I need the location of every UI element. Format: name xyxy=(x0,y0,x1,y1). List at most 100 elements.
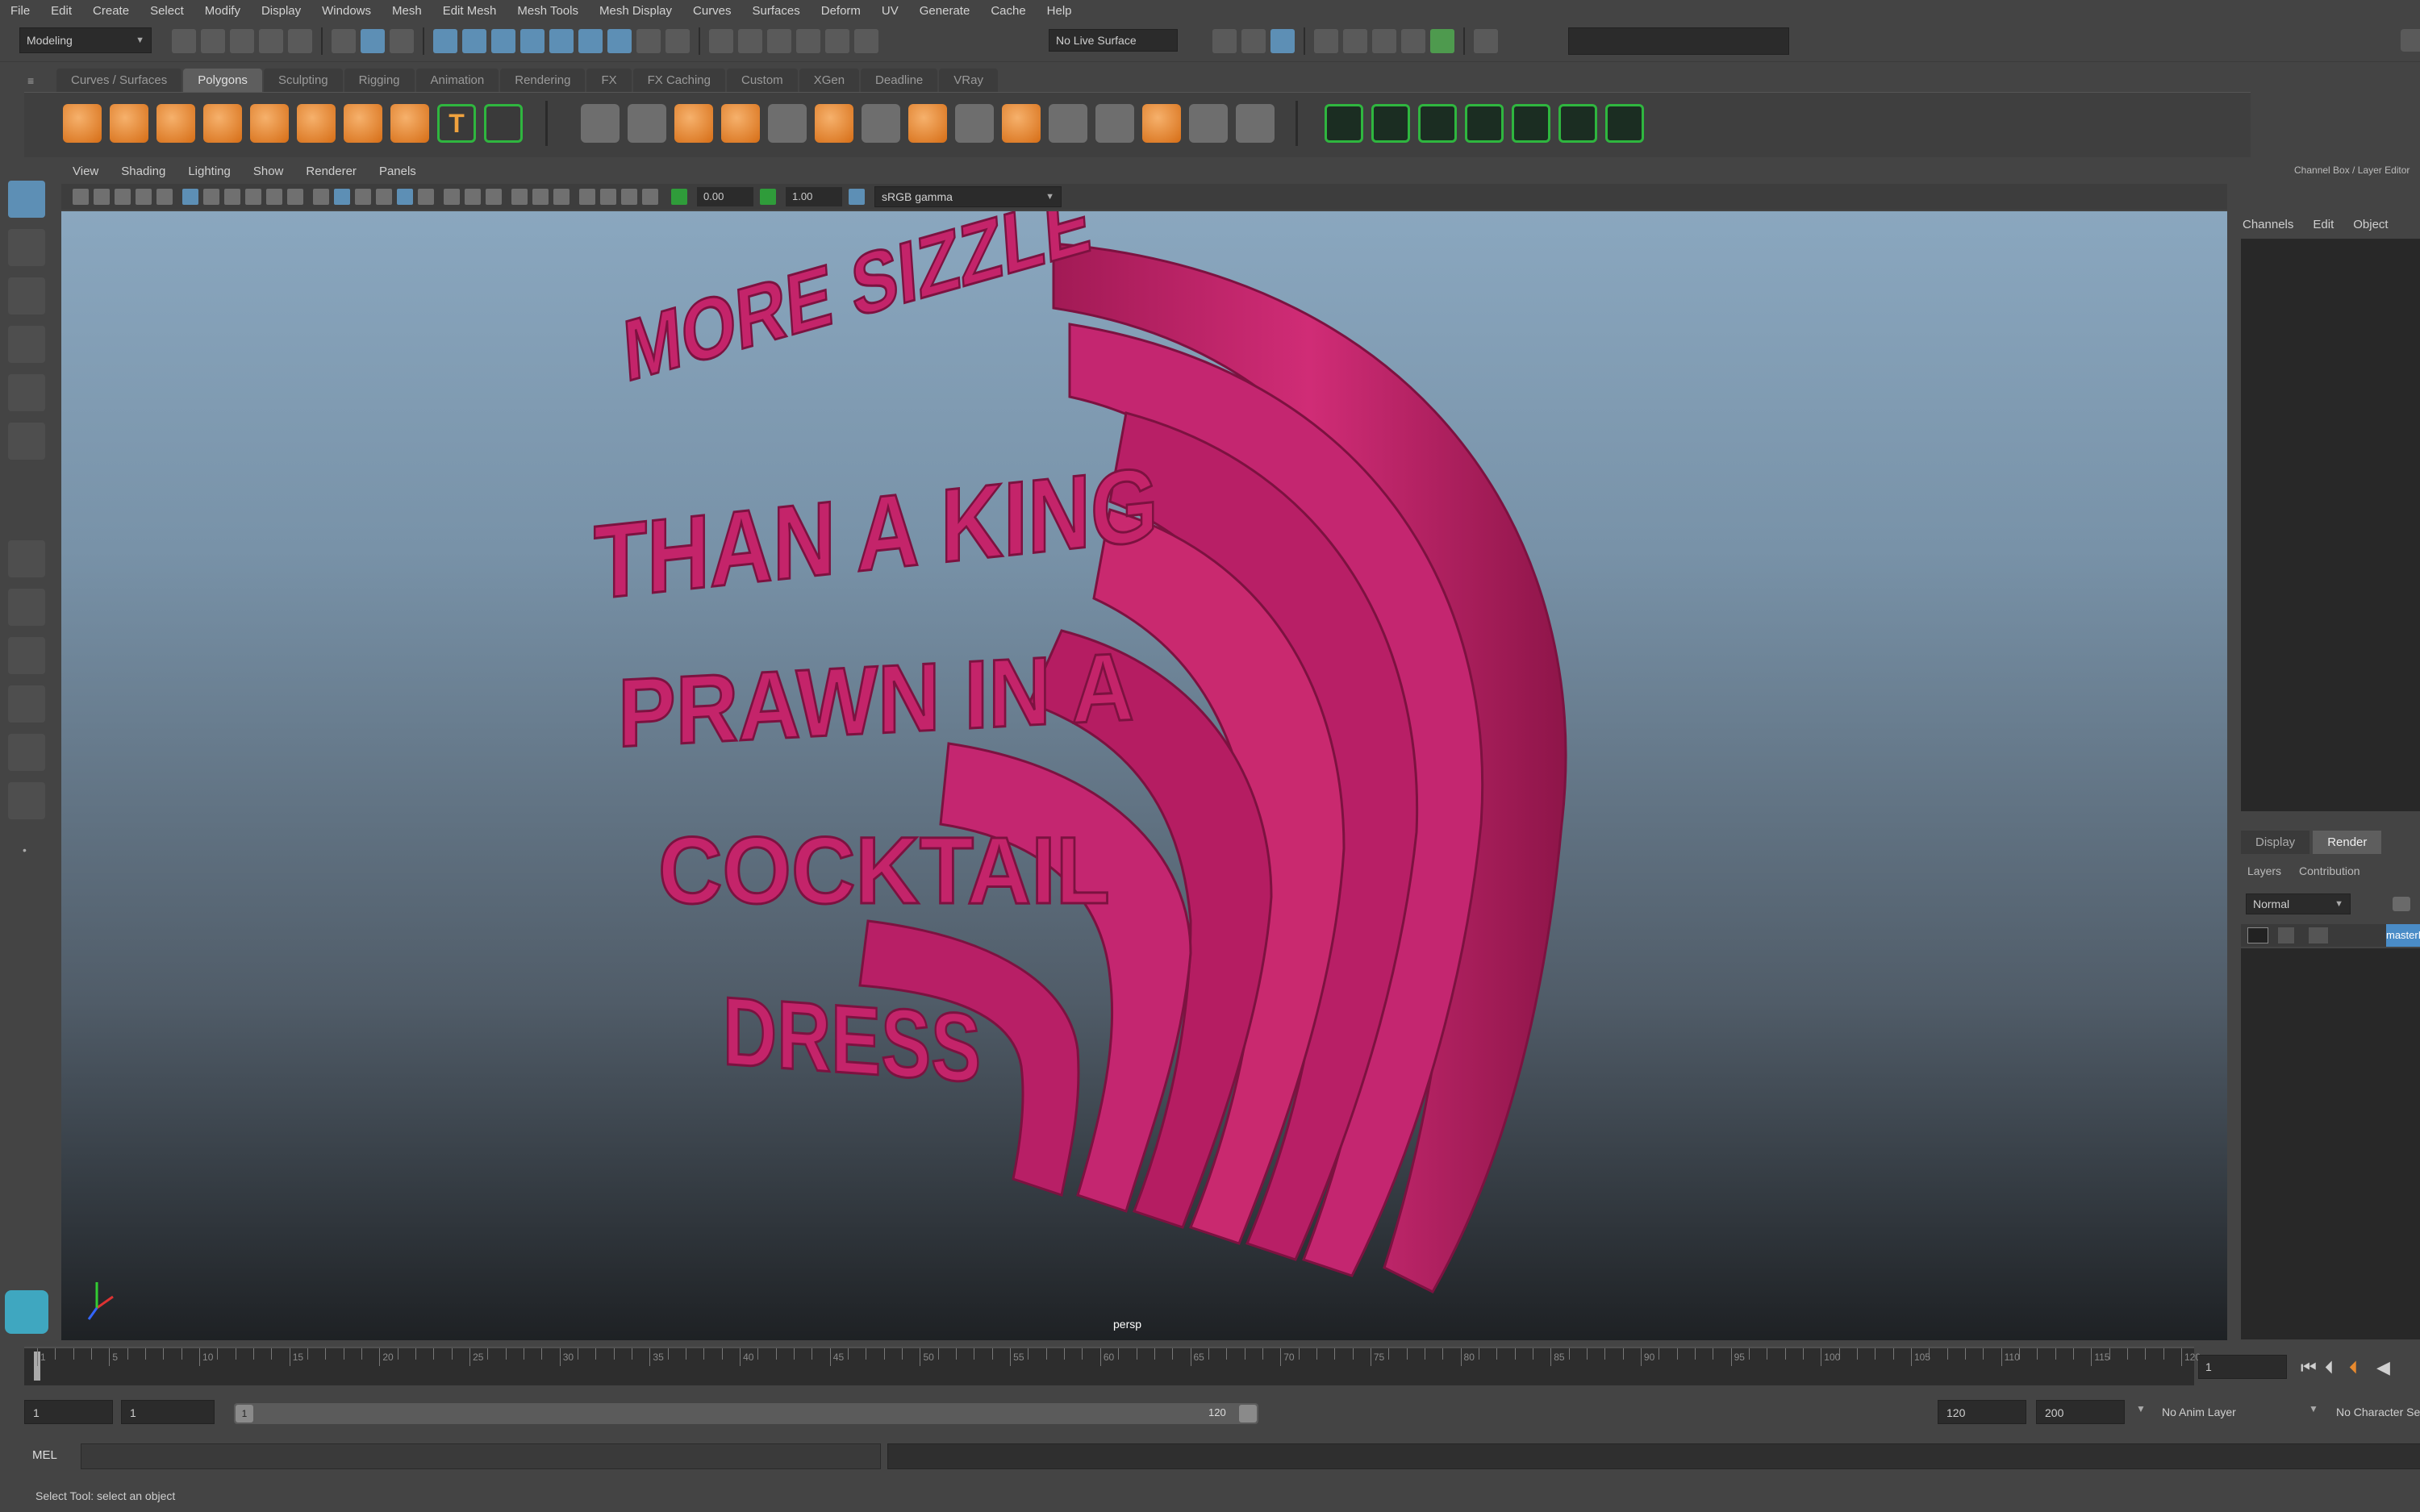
flat-shade-icon[interactable] xyxy=(376,189,392,205)
highlight-icon[interactable] xyxy=(666,29,690,53)
pick-mask-icon[interactable] xyxy=(578,29,603,53)
gamma-icon[interactable] xyxy=(760,189,776,205)
range-end-handle[interactable] xyxy=(1239,1405,1257,1422)
pick-mask-icon[interactable] xyxy=(549,29,574,53)
menu-help[interactable]: Help xyxy=(1037,4,1083,18)
menu-create[interactable]: Create xyxy=(82,4,140,18)
ipr-render-icon[interactable] xyxy=(1372,29,1396,53)
depth-of-field-icon[interactable] xyxy=(553,189,570,205)
bounding-box-icon[interactable] xyxy=(355,189,371,205)
select-object-icon[interactable] xyxy=(361,29,385,53)
channels-menu[interactable]: Channels xyxy=(2243,218,2293,231)
shelf-tab-vray[interactable]: VRay xyxy=(939,69,998,92)
target-weld-icon[interactable] xyxy=(1002,104,1041,143)
pick-mask-icon[interactable] xyxy=(491,29,515,53)
tab-display-layers[interactable]: Display xyxy=(2241,831,2310,854)
hypershade-layout-icon[interactable] xyxy=(8,734,45,771)
menu-curves[interactable]: Curves xyxy=(682,4,742,18)
menu-select[interactable]: Select xyxy=(140,4,194,18)
anim-layer-chevron-icon[interactable]: ▼ xyxy=(2136,1403,2146,1414)
bridge-icon[interactable] xyxy=(862,104,900,143)
poly-pyramid-icon[interactable] xyxy=(344,104,382,143)
rotate-tool-icon[interactable] xyxy=(8,374,45,411)
tab-render-layers[interactable]: Render xyxy=(2313,831,2382,854)
automatic-uv-icon[interactable] xyxy=(1465,104,1504,143)
resolution-gate-icon[interactable] xyxy=(203,189,219,205)
poly-cone-icon[interactable] xyxy=(203,104,242,143)
menu-deform[interactable]: Deform xyxy=(811,4,871,18)
extract-icon[interactable] xyxy=(674,104,713,143)
view-transform-dropdown[interactable]: sRGB gamma ▼ xyxy=(874,186,1062,207)
layers-menu[interactable]: Layers xyxy=(2247,864,2281,877)
go-to-start-icon[interactable]: ⏮ xyxy=(2301,1357,2317,1378)
snap-point-icon[interactable] xyxy=(767,29,791,53)
new-scene-icon[interactable] xyxy=(172,29,196,53)
hypershade-icon[interactable] xyxy=(1430,29,1454,53)
anim-layer-dropdown[interactable]: No Anim Layer xyxy=(2154,1400,2297,1424)
shelf-menu-icon[interactable]: ≡ xyxy=(27,74,40,87)
menu-modify[interactable]: Modify xyxy=(194,4,251,18)
menu-windows[interactable]: Windows xyxy=(311,4,382,18)
menu-generate[interactable]: Generate xyxy=(909,4,981,18)
object-menu[interactable]: Object xyxy=(2353,218,2388,231)
redo-icon[interactable] xyxy=(288,29,312,53)
fill-hole-icon[interactable] xyxy=(1142,104,1181,143)
snap-projected-icon[interactable] xyxy=(796,29,820,53)
screen-space-ao-icon[interactable] xyxy=(486,189,502,205)
anti-alias-icon[interactable] xyxy=(532,189,549,205)
gear-icon[interactable] xyxy=(2401,29,2420,52)
select-camera-icon[interactable] xyxy=(73,189,89,205)
contribution-menu[interactable]: Contribution xyxy=(2299,864,2360,877)
menu-edit-mesh[interactable]: Edit Mesh xyxy=(432,4,507,18)
command-input[interactable] xyxy=(81,1443,881,1469)
wireframe-icon[interactable] xyxy=(313,189,329,205)
layer-options-icon[interactable] xyxy=(2393,897,2410,911)
more-layouts-icon[interactable]: • xyxy=(23,843,27,856)
bookmark-icon[interactable] xyxy=(115,189,131,205)
wireframe-on-shaded-icon[interactable] xyxy=(397,189,413,205)
perspective-viewport[interactable]: MORE SIZZLE THAN A KING PRAWN IN A COCKT… xyxy=(61,211,2227,1340)
playback-start-field[interactable]: 1 xyxy=(121,1400,215,1424)
menu-surfaces[interactable]: Surfaces xyxy=(742,4,811,18)
input-ops-icon[interactable] xyxy=(1212,29,1237,53)
scale-tool-icon[interactable] xyxy=(8,423,45,460)
layer-render-settings-icon[interactable] xyxy=(2309,927,2328,943)
panel-menu-view[interactable]: View xyxy=(61,165,110,178)
undo-icon[interactable] xyxy=(259,29,283,53)
shelf-tab-fx-caching[interactable]: FX Caching xyxy=(632,69,725,92)
step-back-key-icon[interactable]: ⏴ xyxy=(2325,1357,2334,1378)
multi-cut-icon[interactable] xyxy=(955,104,994,143)
cylindrical-uv-icon[interactable] xyxy=(1371,104,1410,143)
current-frame-field[interactable]: 1 xyxy=(2198,1355,2287,1379)
image-plane-icon[interactable] xyxy=(136,189,152,205)
persp-outliner-layout-icon[interactable] xyxy=(8,637,45,674)
pick-mask-icon[interactable] xyxy=(520,29,544,53)
panel-layout-icon[interactable] xyxy=(1474,29,1498,53)
shelf-tab-fx[interactable]: FX xyxy=(586,69,632,92)
poly-torus-icon[interactable] xyxy=(297,104,336,143)
exposure-field[interactable]: 0.00 xyxy=(697,187,753,206)
svg-tool-icon[interactable] xyxy=(484,104,523,143)
character-set-dropdown[interactable]: No Character Set xyxy=(2328,1400,2420,1424)
panel-menu-shading[interactable]: Shading xyxy=(110,165,177,178)
channel-box-area[interactable] xyxy=(2241,239,2420,811)
script-language-toggle[interactable]: MEL xyxy=(32,1448,57,1462)
select-hierarchy-icon[interactable] xyxy=(332,29,356,53)
range-slider[interactable] xyxy=(234,1403,1258,1424)
field-chart-icon[interactable] xyxy=(245,189,261,205)
safe-title-icon[interactable] xyxy=(287,189,303,205)
cut-uv-icon[interactable] xyxy=(1512,104,1550,143)
pick-mask-icon[interactable] xyxy=(462,29,486,53)
step-back-frame-icon[interactable]: ⏴ xyxy=(2349,1357,2358,1378)
grid-toggle-icon[interactable] xyxy=(156,189,173,205)
pick-mask-icon[interactable] xyxy=(433,29,457,53)
character-set-chevron-icon[interactable]: ▼ xyxy=(2309,1403,2318,1414)
separate-icon[interactable] xyxy=(628,104,666,143)
exposure-icon[interactable] xyxy=(671,189,687,205)
render-layer-toggle-icon[interactable] xyxy=(2247,927,2268,943)
lasso-tool-icon[interactable] xyxy=(8,229,45,266)
shelf-tab-sculpting[interactable]: Sculpting xyxy=(263,69,343,92)
text-tool-icon[interactable]: T xyxy=(437,104,476,143)
render-settings-icon[interactable] xyxy=(1401,29,1425,53)
render-current-icon[interactable] xyxy=(1343,29,1367,53)
